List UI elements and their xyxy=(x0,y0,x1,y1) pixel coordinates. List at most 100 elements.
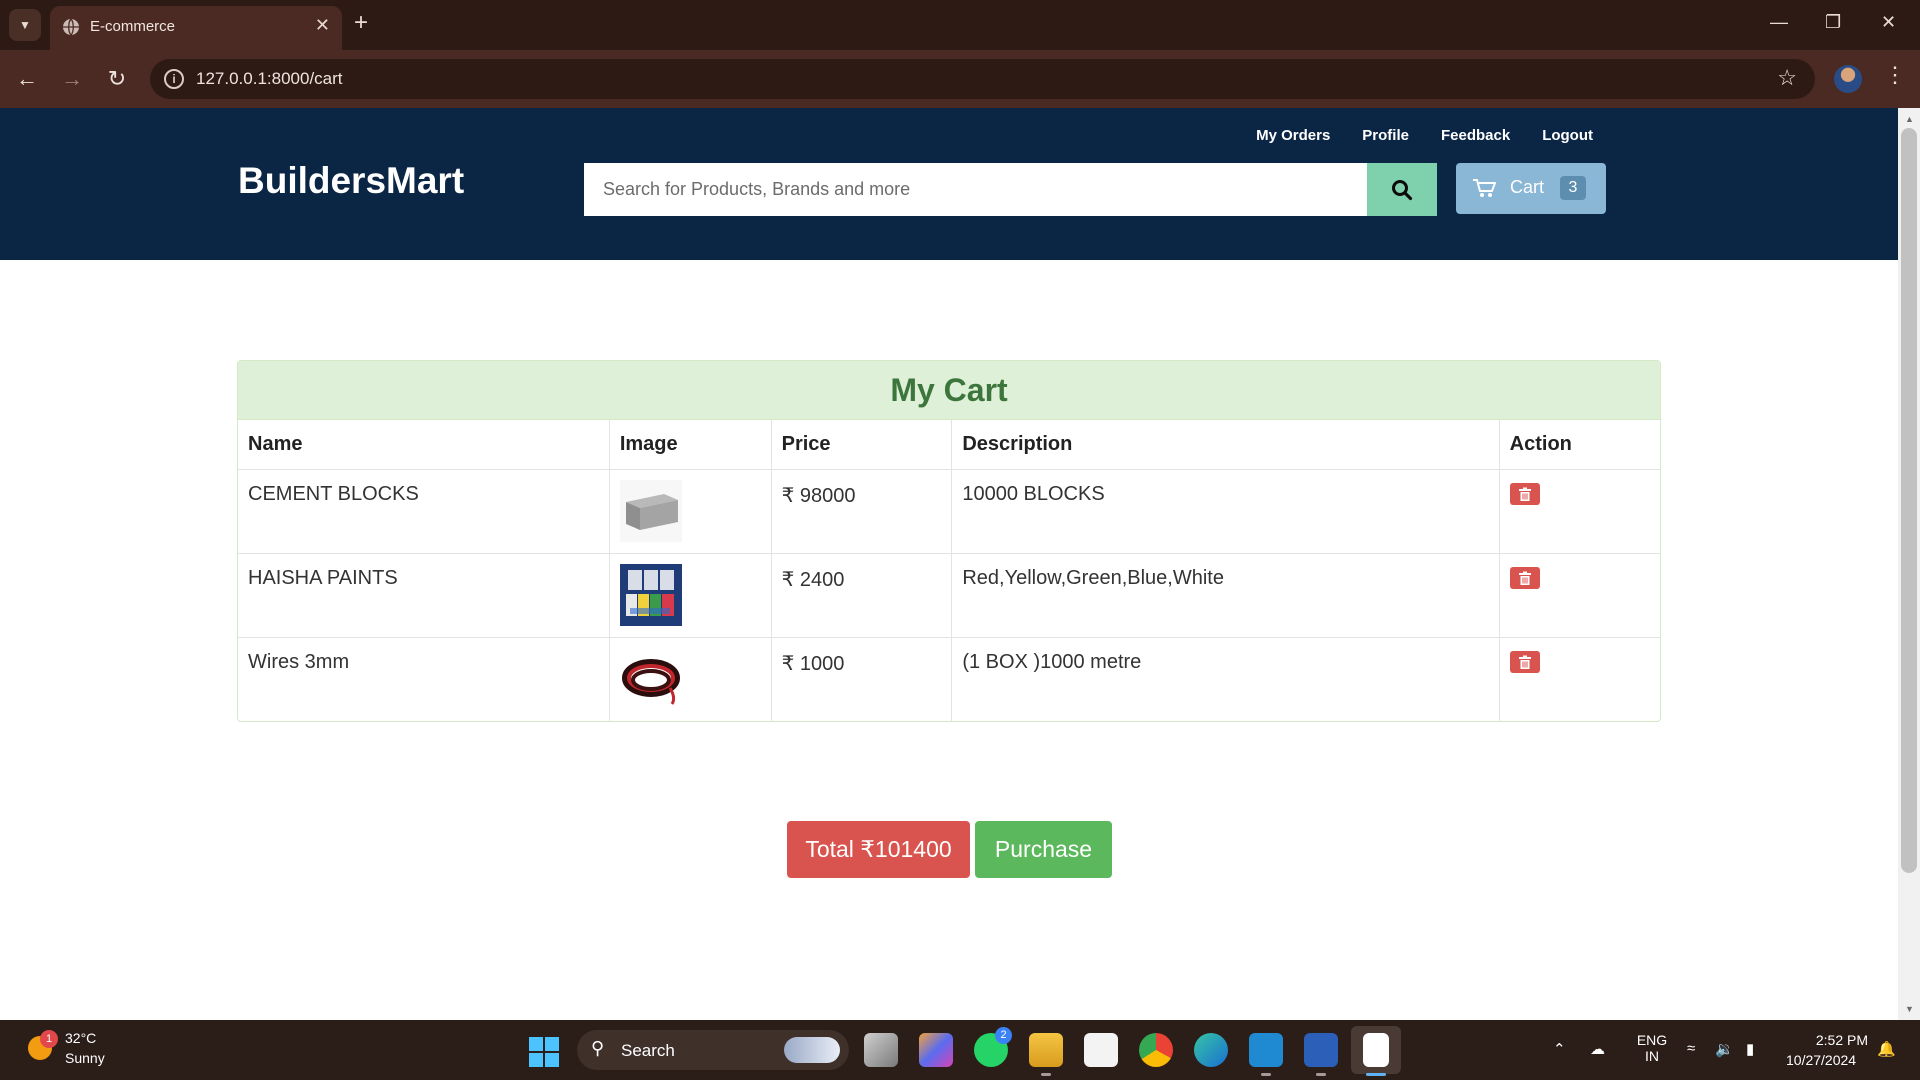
globe-icon xyxy=(63,18,79,36)
address-url[interactable]: 127.0.0.1:8000/cart xyxy=(196,69,343,89)
paint-cans-image xyxy=(619,563,682,626)
weather-temperature[interactable]: 32°C xyxy=(65,1030,96,1046)
wifi-icon[interactable]: ≈ xyxy=(1687,1040,1695,1057)
running-indicator xyxy=(1041,1073,1051,1076)
shopping-cart-icon xyxy=(1473,179,1496,197)
trash-icon xyxy=(1518,487,1531,501)
restore-icon[interactable]: ❐ xyxy=(1825,12,1841,33)
table-row: HAISHA PAINTS ₹ 2400 Red,Yellow,Green,Bl… xyxy=(238,553,1660,638)
search-icon xyxy=(1392,179,1413,200)
onedrive-cloud-icon[interactable]: ☁ xyxy=(1590,1040,1605,1058)
microsoft-store-icon[interactable] xyxy=(1084,1033,1118,1067)
trash-icon xyxy=(1518,571,1531,585)
weather-badge: 1 xyxy=(40,1030,58,1048)
feedback-link[interactable]: Feedback xyxy=(1441,127,1510,144)
file-explorer-icon[interactable] xyxy=(1029,1033,1063,1067)
clock-time[interactable]: 2:52 PM xyxy=(1812,1032,1868,1048)
bookmark-star-icon[interactable]: ☆ xyxy=(1777,65,1797,91)
search-input[interactable] xyxy=(584,163,1367,216)
battery-icon[interactable]: ▮ xyxy=(1746,1040,1754,1058)
word-icon[interactable] xyxy=(1304,1033,1338,1067)
cart-count-badge: 3 xyxy=(1560,176,1586,200)
cart-button[interactable]: Cart 3 xyxy=(1456,163,1606,214)
minimize-icon[interactable]: — xyxy=(1770,12,1788,33)
browser-toolbar: ← → ↻ i 127.0.0.1:8000/cart ☆ ⋮ xyxy=(0,50,1920,108)
item-action-cell xyxy=(1499,637,1660,721)
browser-tab[interactable]: E-commerce ✕ xyxy=(50,6,342,50)
cart-heading: My Cart xyxy=(238,361,1660,420)
windows-start-icon[interactable] xyxy=(529,1037,559,1067)
cart-panel: My Cart Name Image Price Description Act… xyxy=(237,360,1661,722)
copilot-icon[interactable] xyxy=(919,1033,953,1067)
language-code: ENG xyxy=(1636,1032,1668,1048)
scroll-thumb[interactable] xyxy=(1901,128,1917,873)
chrome-icon[interactable] xyxy=(1139,1033,1173,1067)
brand-logo-text[interactable]: BuildersMart xyxy=(238,160,464,202)
item-price: ₹ 2400 xyxy=(771,553,953,638)
purchase-button[interactable]: Purchase xyxy=(975,821,1112,878)
delete-button[interactable] xyxy=(1509,482,1540,505)
forward-arrow-icon[interactable]: → xyxy=(55,62,89,96)
window-close-icon[interactable]: ✕ xyxy=(1881,12,1896,33)
logout-link[interactable]: Logout xyxy=(1542,127,1593,144)
clock-date[interactable]: 10/27/2024 xyxy=(1786,1052,1856,1068)
search-button[interactable] xyxy=(1367,163,1437,216)
task-view-icon[interactable] xyxy=(864,1033,898,1067)
total-button[interactable]: Total ₹101400 xyxy=(787,821,970,878)
delete-button[interactable] xyxy=(1509,566,1540,589)
item-image-cell xyxy=(609,553,772,638)
site-info-icon[interactable]: i xyxy=(164,69,184,89)
item-description: (1 BOX )1000 metre xyxy=(951,637,1500,721)
whatsapp-badge: 2 xyxy=(995,1027,1012,1044)
back-arrow-icon[interactable]: ← xyxy=(10,62,44,96)
column-header-image: Image xyxy=(609,420,772,470)
notification-bell-icon[interactable]: 🔔 xyxy=(1877,1040,1896,1058)
weather-condition[interactable]: Sunny xyxy=(65,1050,105,1066)
scroll-down-arrow-icon[interactable]: ▼ xyxy=(1905,1004,1914,1014)
top-nav-links: My Orders Profile Feedback Logout xyxy=(1256,127,1593,144)
browser-menu-icon[interactable]: ⋮ xyxy=(1884,64,1906,86)
running-indicator xyxy=(1316,1073,1326,1076)
cart-label: Cart xyxy=(1510,177,1545,197)
column-header-description: Description xyxy=(951,420,1500,470)
scroll-up-arrow-icon[interactable]: ▲ xyxy=(1905,114,1914,124)
item-image-cell xyxy=(609,637,772,721)
profile-avatar[interactable] xyxy=(1834,65,1862,93)
tab-search-chevron-icon[interactable]: ▼ xyxy=(9,9,41,41)
search-highlight-art-icon xyxy=(784,1037,840,1063)
address-bar[interactable]: i 127.0.0.1:8000/cart ☆ xyxy=(150,59,1815,99)
item-price: ₹ 1000 xyxy=(771,637,953,721)
page-scrollbar[interactable]: ▲ ▼ xyxy=(1898,108,1920,1020)
table-row: CEMENT BLOCKS ₹ 98000 10000 BLOCKS xyxy=(238,469,1660,554)
cement-block-image xyxy=(619,479,682,542)
tab-title: E-commerce xyxy=(90,18,176,35)
volume-icon[interactable]: 🔉 xyxy=(1715,1040,1734,1058)
taskbar-search-label: Search xyxy=(621,1041,675,1060)
table-row: Wires 3mm ₹ 1000 (1 BOX )1000 metre xyxy=(238,637,1660,721)
item-name: Wires 3mm xyxy=(238,637,610,721)
item-description: Red,Yellow,Green,Blue,White xyxy=(951,553,1500,638)
web-page: My Orders Profile Feedback Logout Builde… xyxy=(0,108,1898,1020)
notepad-icon[interactable] xyxy=(1363,1033,1389,1067)
edge-icon[interactable] xyxy=(1194,1033,1228,1067)
show-hidden-icons-chevron-icon[interactable]: ⌃ xyxy=(1553,1040,1566,1058)
active-indicator xyxy=(1366,1073,1386,1076)
my-orders-link[interactable]: My Orders xyxy=(1256,127,1330,144)
tab-close-icon[interactable]: ✕ xyxy=(315,15,330,36)
taskbar-search[interactable]: ⚲ Search xyxy=(577,1030,849,1070)
language-indicator[interactable]: ENG IN xyxy=(1635,1032,1669,1064)
item-action-cell xyxy=(1499,469,1660,554)
wire-coil-image xyxy=(619,647,682,710)
item-name: CEMENT BLOCKS xyxy=(238,469,610,554)
vscode-icon[interactable] xyxy=(1249,1033,1283,1067)
new-tab-plus-icon[interactable]: + xyxy=(354,11,368,35)
running-indicator xyxy=(1261,1073,1271,1076)
reload-icon[interactable]: ↻ xyxy=(100,62,134,96)
region-code: IN xyxy=(1645,1048,1659,1064)
item-image-cell xyxy=(609,469,772,554)
column-header-price: Price xyxy=(771,420,953,470)
delete-button[interactable] xyxy=(1509,650,1540,673)
site-header: My Orders Profile Feedback Logout Builde… xyxy=(0,108,1898,260)
profile-link[interactable]: Profile xyxy=(1362,127,1409,144)
item-description: 10000 BLOCKS xyxy=(951,469,1500,554)
